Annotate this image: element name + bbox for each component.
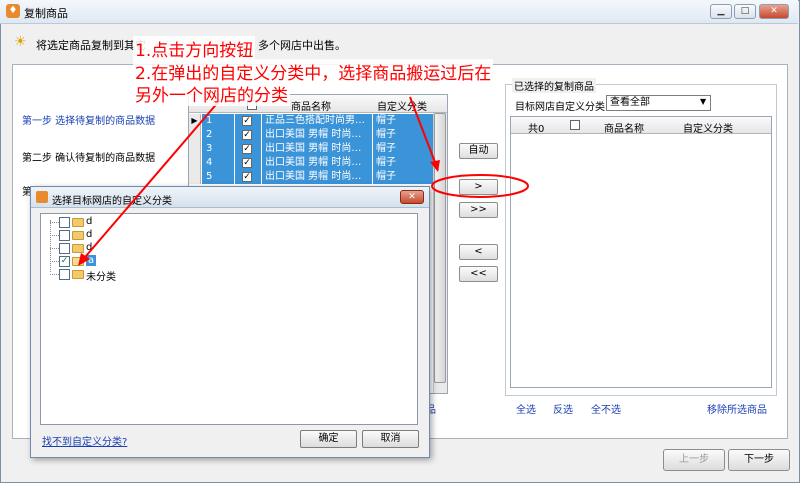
highlight-ellipse	[431, 174, 529, 198]
arrow-line-to-button	[409, 96, 439, 171]
arrow-head	[430, 160, 440, 172]
arrow-line-to-tree	[79, 99, 221, 264]
annotation-line-1: 1.点击方向按钮	[133, 36, 256, 61]
annotation-line-3: 另外一个网店的分类	[133, 81, 290, 106]
